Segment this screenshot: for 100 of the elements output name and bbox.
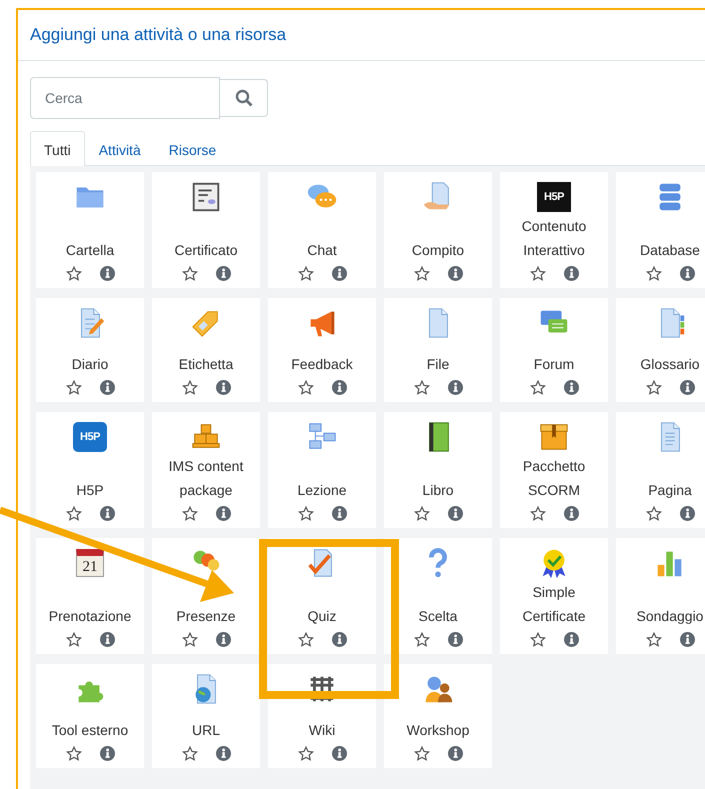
activity-tile[interactable]: 21 Prenotazione [36, 538, 144, 654]
star-icon[interactable] [646, 266, 662, 282]
info-icon[interactable] [216, 506, 230, 521]
activity-tile[interactable]: Sondaggio [616, 538, 705, 654]
search-button[interactable] [220, 79, 268, 117]
info-icon[interactable] [680, 506, 694, 521]
star-icon[interactable] [298, 506, 314, 522]
info-icon[interactable] [680, 632, 694, 647]
activity-tile[interactable]: Tool esterno [36, 664, 144, 768]
activity-tile[interactable]: Diario [36, 298, 144, 402]
star-icon[interactable] [298, 266, 314, 282]
activity-tile[interactable]: IMS content package [152, 412, 260, 528]
activity-name: Database [640, 241, 700, 260]
info-icon[interactable] [448, 746, 462, 761]
tab[interactable]: Risorse [154, 131, 230, 166]
activity-tile[interactable]: Scelta [384, 538, 492, 654]
info-icon[interactable] [332, 632, 346, 647]
activity-tile[interactable]: File [384, 298, 492, 402]
activity-name: Lezione [297, 481, 347, 500]
star-icon[interactable] [646, 506, 662, 522]
star-icon[interactable] [182, 632, 198, 648]
activity-tile[interactable]: Quiz [268, 538, 376, 654]
activity-tile[interactable]: Libro [384, 412, 492, 528]
star-icon[interactable] [182, 746, 198, 762]
info-icon[interactable] [100, 266, 114, 281]
activity-tile[interactable]: Pagina [616, 412, 705, 528]
activity-tile[interactable]: URL [152, 664, 260, 768]
activity-tile[interactable]: Forum [500, 298, 608, 402]
star-icon[interactable] [530, 632, 546, 648]
star-icon[interactable] [414, 746, 430, 762]
tab[interactable]: Attività [84, 131, 155, 166]
info-icon[interactable] [100, 380, 114, 395]
star-icon[interactable] [66, 266, 82, 282]
info-icon[interactable] [448, 380, 462, 395]
search-icon [234, 89, 252, 107]
info-icon[interactable] [564, 506, 578, 521]
info-icon[interactable] [448, 632, 462, 647]
info-icon[interactable] [100, 746, 114, 761]
info-icon[interactable] [680, 380, 694, 395]
info-icon[interactable] [448, 266, 462, 281]
activity-tile[interactable]: Workshop [384, 664, 492, 768]
activity-name: Quiz [308, 607, 336, 626]
activity-name: Forum [534, 355, 574, 374]
activity-tile[interactable]: Wiki [268, 664, 376, 768]
info-icon[interactable] [564, 632, 578, 647]
activity-tile[interactable]: Compito [384, 172, 492, 288]
star-icon[interactable] [298, 746, 314, 762]
activity-tile[interactable]: Presenze [152, 538, 260, 654]
info-icon[interactable] [564, 380, 578, 395]
activity-tile[interactable]: Lezione [268, 412, 376, 528]
activity-tile[interactable]: Pacchetto SCORM [500, 412, 608, 528]
star-icon[interactable] [298, 632, 314, 648]
activity-tile[interactable]: H5P H5P [36, 412, 144, 528]
star-icon[interactable] [182, 506, 198, 522]
activity-tile[interactable]: Glossario [616, 298, 705, 402]
star-icon[interactable] [646, 380, 662, 396]
activity-name: URL [192, 721, 220, 740]
star-icon[interactable] [414, 506, 430, 522]
activity-name: H5P [76, 481, 104, 500]
activity-tile[interactable]: Feedback [268, 298, 376, 402]
star-icon[interactable] [66, 506, 82, 522]
star-icon[interactable] [530, 266, 546, 282]
info-icon[interactable] [216, 746, 230, 761]
info-icon[interactable] [332, 380, 346, 395]
activity-tile[interactable]: Certificato [152, 172, 260, 288]
activity-name: Scelta [418, 607, 458, 626]
info-icon[interactable] [564, 266, 578, 281]
info-icon[interactable] [216, 266, 230, 281]
calendar-icon: 21 [76, 549, 104, 577]
star-icon[interactable] [66, 632, 82, 648]
star-icon[interactable] [66, 746, 82, 762]
activity-tile[interactable]: H5P Contenuto Interattivo [500, 172, 608, 288]
star-icon[interactable] [414, 266, 430, 282]
activity-tile[interactable]: Etichetta [152, 298, 260, 402]
star-icon[interactable] [414, 380, 430, 396]
activity-name: Diario [72, 355, 108, 374]
star-icon[interactable] [182, 266, 198, 282]
star-icon[interactable] [298, 380, 314, 396]
info-icon[interactable] [216, 632, 230, 647]
star-icon[interactable] [530, 506, 546, 522]
activity-tile[interactable]: Database [616, 172, 705, 288]
activity-name: File [426, 355, 450, 374]
info-icon[interactable] [680, 266, 694, 281]
info-icon[interactable] [448, 506, 462, 521]
activity-tile[interactable]: Cartella [36, 172, 144, 288]
info-icon[interactable] [332, 506, 346, 521]
info-icon[interactable] [216, 380, 230, 395]
tab[interactable]: Tutti [30, 131, 85, 166]
info-icon[interactable] [100, 506, 114, 521]
star-icon[interactable] [182, 380, 198, 396]
star-icon[interactable] [530, 380, 546, 396]
info-icon[interactable] [332, 266, 346, 281]
star-icon[interactable] [414, 632, 430, 648]
info-icon[interactable] [100, 632, 114, 647]
star-icon[interactable] [646, 632, 662, 648]
star-icon[interactable] [66, 380, 82, 396]
info-icon[interactable] [332, 746, 346, 761]
activity-tile[interactable]: Simple Certificate [500, 538, 608, 654]
search-field[interactable]: Cerca [30, 77, 220, 119]
activity-tile[interactable]: Chat [268, 172, 376, 288]
